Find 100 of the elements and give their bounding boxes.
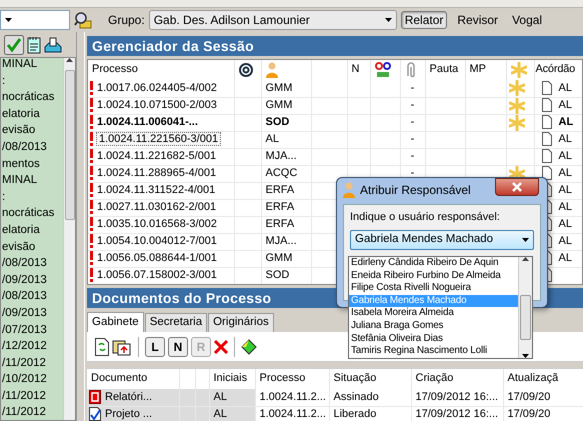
table-cell: - — [410, 98, 414, 111]
column-header[interactable]: N — [352, 63, 360, 76]
table-cell[interactable]: 1.0024.11.221682-5/001 — [97, 150, 216, 162]
letter-button[interactable]: N — [168, 336, 188, 356]
tab[interactable]: Secretaria — [144, 313, 208, 332]
table-cell: ERFA — [266, 200, 294, 213]
table-cell: ERFA — [266, 218, 294, 230]
column-header[interactable]: Pauta — [430, 63, 458, 76]
column-header[interactable]: Processo — [92, 63, 138, 76]
table-cell: 17/09/20 — [508, 408, 550, 420]
column-header[interactable]: Criação — [416, 372, 454, 384]
table-cell[interactable]: 1.0054.10.004012-7/001 — [97, 235, 217, 248]
user-select[interactable]: Gabriela Mendes Machado — [350, 230, 534, 250]
dropdown-option[interactable]: Eneida Ribeiro Furbino De Almeida — [349, 270, 518, 282]
column-header[interactable]: Acórdão — [536, 63, 576, 76]
table-cell: AL — [558, 218, 572, 230]
table-cell[interactable]: 1.0056.05.088644-1/001 — [97, 252, 217, 264]
prompt-label: Indique o usuário responsável: — [350, 211, 501, 224]
column-header[interactable]: Atualizaçã — [508, 372, 558, 384]
table-cell: 1.0024.11.2... — [260, 408, 326, 420]
list-item[interactable]: : — [1, 190, 63, 208]
table-cell: AL — [558, 116, 574, 128]
letter-button[interactable]: L — [145, 336, 165, 356]
column-header[interactable]: Processo — [260, 372, 306, 384]
table-cell[interactable]: 1.0017.06.024405-4/002 — [97, 82, 217, 94]
table-cell: - — [410, 82, 414, 94]
table-cell: - — [410, 132, 414, 145]
table-cell: MJA... — [266, 150, 297, 162]
table-cell[interactable]: 1.0024.11.288965-4/001 — [97, 167, 216, 180]
list-item[interactable]: : — [1, 74, 63, 92]
table-cell: ERFA — [266, 184, 294, 196]
list-item[interactable]: nocráticas — [1, 207, 63, 224]
list-item[interactable]: /12/2012 — [1, 340, 63, 357]
dropdown-option[interactable]: Tamiris Regina Nascimento Lolli — [349, 345, 518, 358]
table-cell: GMM — [266, 98, 292, 111]
list-item[interactable]: /11/2012 — [1, 390, 63, 406]
list-item[interactable]: /11/2012 — [1, 406, 63, 420]
list-item[interactable]: /08/2013 — [1, 257, 63, 274]
table-cell[interactable]: 1.0024.11.311522-4/001 — [97, 184, 216, 196]
dropdown-option[interactable]: Stefânia Oliveira Dias — [349, 332, 518, 346]
table-cell[interactable]: 1.0024.11.006041-... — [97, 116, 198, 128]
role-button[interactable]: Revisor — [453, 10, 502, 30]
list-item[interactable]: nocráticas — [1, 91, 63, 108]
table-cell: - — [410, 150, 414, 162]
table-cell: SOD — [266, 116, 290, 128]
table-cell: AL — [558, 133, 572, 146]
column-header[interactable]: Iniciais — [214, 372, 248, 384]
list-item[interactable]: mentos — [1, 158, 63, 174]
table-cell: AL — [214, 390, 227, 403]
list-item[interactable]: elatoria — [1, 224, 63, 241]
tab[interactable]: Gabinete — [87, 312, 144, 332]
table-cell: GMM — [266, 252, 292, 264]
dropdown-option[interactable]: Edirleny Cândida Ribeiro De Aquin — [349, 257, 518, 270]
dropdown-option[interactable]: Isabela Moreira Almeida — [349, 307, 518, 320]
list-item[interactable]: MINAL — [1, 58, 63, 75]
group-select[interactable]: Gab. Des. Adilson Lamounier — [148, 10, 397, 30]
tab[interactable]: Originários — [208, 313, 274, 332]
list-item[interactable]: evisão — [1, 124, 63, 141]
table-cell[interactable]: 1.0056.07.158002-3/001 — [97, 269, 217, 282]
list-item[interactable]: /08/2013 — [1, 140, 63, 158]
dialog-title: Atribuir Responsável — [360, 182, 471, 198]
table-cell: - — [410, 166, 414, 179]
column-header[interactable]: Situação — [334, 372, 376, 384]
list-item[interactable]: MINAL — [1, 174, 63, 191]
table-cell: AL — [558, 99, 572, 112]
role-button[interactable]: Vogal — [508, 10, 546, 30]
list-item[interactable]: evisão — [1, 240, 63, 258]
column-header[interactable]: MP — [470, 63, 486, 76]
table-cell[interactable]: 1.0024.11.221560-3/001 — [97, 133, 220, 146]
table-cell: 1.0024.11.2... — [260, 390, 326, 403]
table-cell: AL — [558, 184, 572, 196]
list-item[interactable]: /10/2012 — [1, 373, 63, 390]
list-item[interactable]: /11/2012 — [1, 356, 63, 374]
column-header[interactable]: Documento — [91, 372, 148, 384]
table-cell: - — [410, 116, 414, 128]
table-cell: 17/09/2012 16:... — [416, 390, 498, 403]
dropdown-option[interactable]: Juliana Braga Gomes — [349, 320, 518, 333]
table-cell: 17/09/20 — [508, 390, 550, 403]
table-cell: 17/09/2012 16:... — [416, 408, 498, 420]
table-cell[interactable]: 1.0024.10.071500-2/003 — [97, 99, 217, 112]
table-cell: GMM — [266, 82, 292, 94]
table-cell[interactable]: 1.0027.11.030162-2/001 — [97, 201, 216, 214]
table-cell: AL — [558, 201, 572, 214]
list-item[interactable]: /09/2013 — [1, 306, 63, 324]
table-cell: AL — [558, 82, 572, 94]
group-label: Grupo: — [108, 12, 145, 28]
role-button[interactable]: Relator — [400, 10, 448, 30]
list-item[interactable]: /07/2013 — [1, 324, 63, 340]
table-cell[interactable]: 1.0035.10.016568-3/002 — [97, 218, 217, 230]
table-cell: AL — [214, 408, 227, 420]
table-cell: ACQC — [266, 166, 298, 179]
list-item[interactable]: /08/2013 — [1, 290, 63, 307]
table-cell: SOD — [266, 268, 290, 281]
list-item[interactable]: /09/2013 — [1, 274, 63, 290]
table-cell: AL — [558, 150, 572, 162]
table-cell: Liberado — [334, 408, 376, 420]
panel-title: Gerenciador da Sessão — [87, 36, 583, 56]
table-cell: Assinado — [334, 390, 379, 403]
list-item[interactable]: elatoria — [1, 108, 63, 124]
table-cell: AL — [558, 167, 572, 180]
